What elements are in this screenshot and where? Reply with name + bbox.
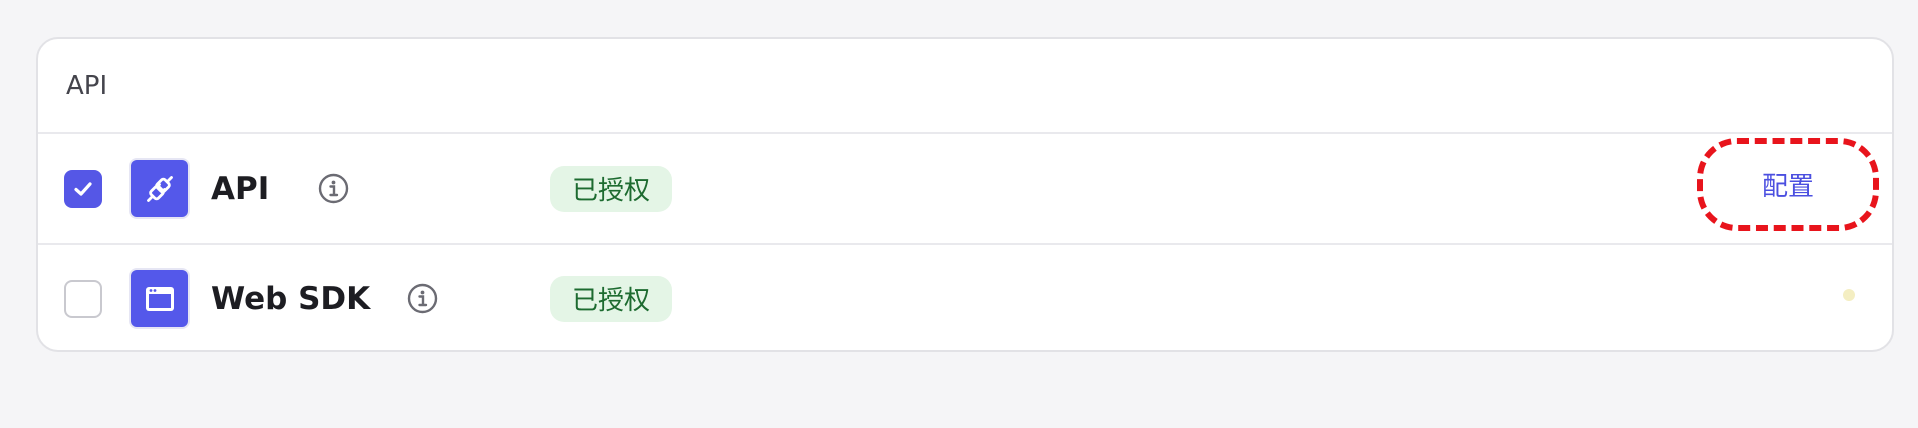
list-item-api: API 已授权 配置 bbox=[38, 134, 1892, 243]
info-icon[interactable] bbox=[318, 173, 349, 204]
row-name: Web SDK bbox=[211, 280, 371, 317]
configure-button[interactable]: 配置 bbox=[1697, 138, 1879, 231]
plug-icon bbox=[131, 160, 188, 217]
section-title: API bbox=[66, 70, 108, 101]
info-icon[interactable] bbox=[407, 283, 438, 314]
row-name: API bbox=[211, 170, 270, 207]
web-sdk-checkbox[interactable] bbox=[64, 279, 102, 318]
list-item-web-sdk: Web SDK 已授权 bbox=[38, 243, 1892, 350]
browser-window-icon bbox=[131, 270, 188, 327]
status-badge: 已授权 bbox=[550, 165, 672, 212]
checkmark-icon bbox=[74, 181, 92, 196]
api-checkbox[interactable] bbox=[64, 169, 102, 208]
decorative-dot bbox=[1843, 289, 1855, 301]
api-card: API API 已授权 配置 Web SDK 已授权 bbox=[36, 37, 1894, 352]
card-header: API bbox=[38, 39, 1892, 134]
status-badge: 已授权 bbox=[550, 275, 672, 322]
